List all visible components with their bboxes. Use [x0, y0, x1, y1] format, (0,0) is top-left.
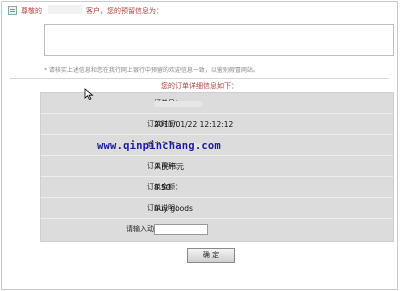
watermark-text: www.qinpinchang.com: [97, 140, 221, 152]
greeting-suffix: 客户，您的预留信息为：: [86, 7, 163, 15]
table-row: 请输入动态口令：: [41, 219, 393, 240]
order-details-title: 您的订单详细信息如下：: [161, 82, 238, 90]
amount-value: 8.50: [154, 183, 171, 192]
reserved-info-box: [44, 24, 394, 56]
mouse-cursor-icon: [84, 88, 94, 100]
table-row: 订单金额： 8.50: [41, 177, 393, 198]
security-notice: * 请核实上述信息和您在我行网上银行中预留的欢迎信息一致，以鉴别假冒网站。: [44, 67, 259, 74]
divider: [10, 78, 389, 79]
confirm-button[interactable]: 确 定: [187, 248, 235, 263]
description-value: buy goods: [154, 204, 193, 213]
order-number-blurred: [154, 101, 202, 107]
order-details-table: 订单号： 订单时间： 2011/01/22 12:12:12 商户名称： 订单币…: [40, 92, 394, 242]
page-frame: 尊敬的 客户，您的预留信息为： * 请核实上述信息和您在我行网上银行中预留的欢迎…: [1, 1, 398, 290]
page-icon: [8, 6, 17, 15]
table-row: 订单时间： 2011/01/22 12:12:12: [41, 114, 393, 135]
customer-name-blurred: [48, 5, 82, 14]
table-row: 订单币种： 人民币元: [41, 156, 393, 177]
greeting-prefix: 尊敬的: [21, 7, 42, 15]
order-time-value: 2011/01/22 12:12:12: [154, 120, 234, 129]
currency-value: 人民币元: [154, 162, 184, 171]
table-row: 订单说明： buy goods: [41, 198, 393, 219]
dynamic-password-input[interactable]: [154, 224, 208, 235]
